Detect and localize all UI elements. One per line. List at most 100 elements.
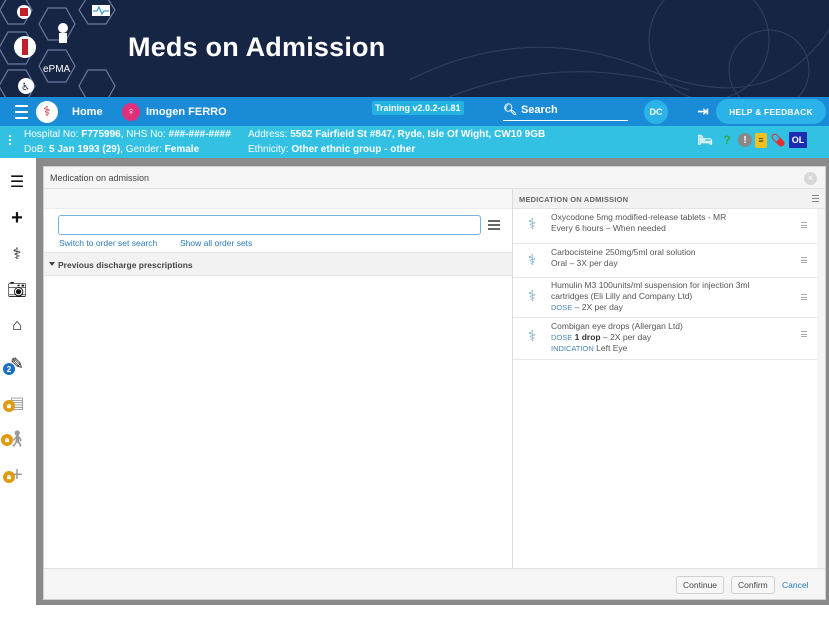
patient-address: Address: 5562 Fairfield St #847, Ryde, I… <box>248 129 546 140</box>
bed-icon[interactable]: 🛏︎ <box>694 132 716 148</box>
patient-banner: Hospital No: F775996, NHS No: ###-###-##… <box>0 126 829 158</box>
nhs-number: ###-###-#### <box>168 129 231 140</box>
home-link[interactable]: Home <box>72 97 103 126</box>
camera-icon[interactable]: 📷︎ <box>6 279 28 301</box>
medication-icon: ⚕ <box>527 328 537 345</box>
lock-icon: 🔒︎ <box>3 471 15 483</box>
search-options-icon[interactable] <box>488 220 501 232</box>
medication-icon: ⚕ <box>527 288 537 305</box>
medication-name: Oxycodone 5mg modified-release tablets -… <box>551 212 727 222</box>
dob-value: 5 Jan 1993 (29) <box>49 144 121 155</box>
list-item[interactable]: ⚕ Humulin M3 100units/ml suspension for … <box>513 278 817 318</box>
dialog-header: Medication on admission × <box>44 167 825 189</box>
banner-decoration <box>409 0 829 97</box>
medication-frequency: Oral – 3X per day <box>551 258 618 268</box>
app-logo[interactable]: ⚕ <box>36 97 58 126</box>
add-icon[interactable]: + <box>6 207 28 229</box>
patient-ethnicity: Ethnicity: Other ethnic group - other <box>248 144 416 155</box>
medication-list-header: MEDICATION ON ADMISSION <box>513 189 825 209</box>
epma-logo-hexagons: ePMA ♿ <box>0 0 116 97</box>
hospital-number: F775996 <box>81 129 121 140</box>
patient-menu-icon[interactable] <box>9 135 12 147</box>
cancel-button[interactable]: Cancel <box>782 580 808 590</box>
app-banner: ePMA ♿ Meds on Admission <box>0 0 829 97</box>
search-link[interactable]: 🔍︎ Search <box>503 99 628 121</box>
medication-details: Carbocisteine 250mg/5ml oral solution Or… <box>551 247 791 269</box>
list-item[interactable]: ⚕ Carbocisteine 250mg/5ml oral solution … <box>513 244 817 278</box>
dose-label: DOSE <box>551 303 573 312</box>
patient-dob-gender: DoB: 5 Jan 1993 (29), Gender: Female <box>24 144 200 155</box>
medication-details: Combigan eye drops (Allergan Ltd) DOSE 1… <box>551 321 791 354</box>
dose-value: 1 drop <box>574 332 601 342</box>
scrollbar[interactable] <box>817 209 825 568</box>
left-sidebar: ☰ + ⚕ 📷︎ ⌂ ✎ 2 ▤ 🔒︎ 🚶︎ 🔒︎ + 🔒︎ <box>0 158 36 620</box>
medication-details: Humulin M3 100units/ml suspension for in… <box>551 280 791 313</box>
patient-name: Imogen FERRO <box>146 105 227 118</box>
list-item[interactable]: ⚕ Combigan eye drops (Allergan Ltd) DOSE… <box>513 318 817 360</box>
pill-icon[interactable]: 💊︎ <box>770 132 786 148</box>
medication-details: Oxycodone 5mg modified-release tablets -… <box>551 212 791 234</box>
order-search-pane: Switch to order set search Show all orde… <box>44 189 512 568</box>
medication-name: Humulin M3 100units/ml suspension for in… <box>551 280 750 290</box>
medication-icon: ⚕ <box>527 216 537 233</box>
medication-indication: INDICATION Left Eye <box>551 343 791 354</box>
page-title: Meds on Admission <box>128 32 386 62</box>
caduceus-icon: ⚕ <box>36 100 58 123</box>
medication-dose: DOSE – 2X per day <box>551 302 623 312</box>
section-title: Previous discharge prescriptions <box>58 260 193 270</box>
dose-label: DOSE <box>551 333 573 342</box>
medication-name-continued: cartridges (Eli Lilly and Company Ltd) <box>551 291 693 301</box>
medication-list-pane: MEDICATION ON ADMISSION ⚕ Oxycodone 5mg … <box>513 189 825 568</box>
stethoscope-icon[interactable]: ⚕ <box>6 243 28 265</box>
item-menu-icon[interactable] <box>801 294 807 302</box>
question-icon[interactable]: ? <box>719 132 735 148</box>
medication-search-input[interactable] <box>58 215 481 235</box>
item-menu-icon[interactable] <box>801 257 807 265</box>
ol-badge[interactable]: OL <box>789 132 807 148</box>
medication-name: Carbocisteine 250mg/5ml oral solution <box>551 247 696 257</box>
search-label: Search <box>520 103 558 116</box>
medication-name: Combigan eye drops (Allergan Ltd) <box>551 321 683 331</box>
lock-icon: 🔒︎ <box>3 400 15 412</box>
medication-on-admission-dialog: Medication on admission × Switch to orde… <box>43 166 826 600</box>
list-icon[interactable]: ☰ <box>6 171 28 193</box>
epma-logo-text: ePMA <box>43 64 71 75</box>
gender-value: Female <box>164 144 200 155</box>
patient-ids: Hospital No: F775996, NHS No: ###-###-##… <box>24 129 231 140</box>
continue-button[interactable]: Continue <box>676 576 725 594</box>
dialog-footer: Continue Confirm Cancel <box>44 568 825 599</box>
logout-icon[interactable]: ⇥ <box>694 97 712 126</box>
chevron-down-icon <box>49 262 55 266</box>
list-menu-icon[interactable] <box>812 195 819 204</box>
confirm-button[interactable]: Confirm <box>731 576 775 594</box>
menu-icon[interactable] <box>10 97 32 126</box>
count-badge: 2 <box>3 363 15 375</box>
indication-label: INDICATION <box>551 344 594 353</box>
patient-link[interactable]: ♀ Imogen FERRO <box>122 97 227 126</box>
left-pane-header <box>44 189 512 209</box>
patient-alert-icons: 🛏︎ ? ! ≡ 💊︎ OL <box>694 132 807 148</box>
home-icon[interactable]: ⌂ <box>6 315 28 337</box>
dialog-title: Medication on admission <box>50 173 150 183</box>
medication-icon: ⚕ <box>527 252 537 269</box>
lock-icon: 🔒︎ <box>1 434 13 446</box>
show-all-order-sets-link[interactable]: Show all order sets <box>180 238 252 248</box>
training-version-badge: Training v2.0.2-ci.81 <box>372 101 464 115</box>
previous-discharge-section[interactable]: Previous discharge prescriptions <box>44 252 512 276</box>
medication-list-title: MEDICATION ON ADMISSION <box>519 195 629 204</box>
indication-value: Left Eye <box>596 343 628 353</box>
switch-order-set-link[interactable]: Switch to order set search <box>59 238 157 248</box>
item-menu-icon[interactable] <box>801 222 807 230</box>
user-avatar[interactable]: DC <box>644 100 668 124</box>
clipboard-icon[interactable]: ≡ <box>755 132 767 148</box>
warning-icon[interactable]: ! <box>738 133 752 147</box>
female-patient-icon: ♀ <box>122 102 140 121</box>
help-feedback-button[interactable]: HELP & FEEDBACK <box>716 99 826 124</box>
list-item[interactable]: ⚕ Oxycodone 5mg modified-release tablets… <box>513 209 817 244</box>
medication-dose: DOSE 1 drop – 2X per day <box>551 332 652 342</box>
svg-text:♿: ♿ <box>21 82 30 93</box>
close-icon[interactable]: × <box>804 172 817 185</box>
search-icon: 🔍︎ <box>503 104 517 116</box>
medication-frequency: Every 6 hours – When needed <box>551 223 666 233</box>
item-menu-icon[interactable] <box>801 331 807 339</box>
